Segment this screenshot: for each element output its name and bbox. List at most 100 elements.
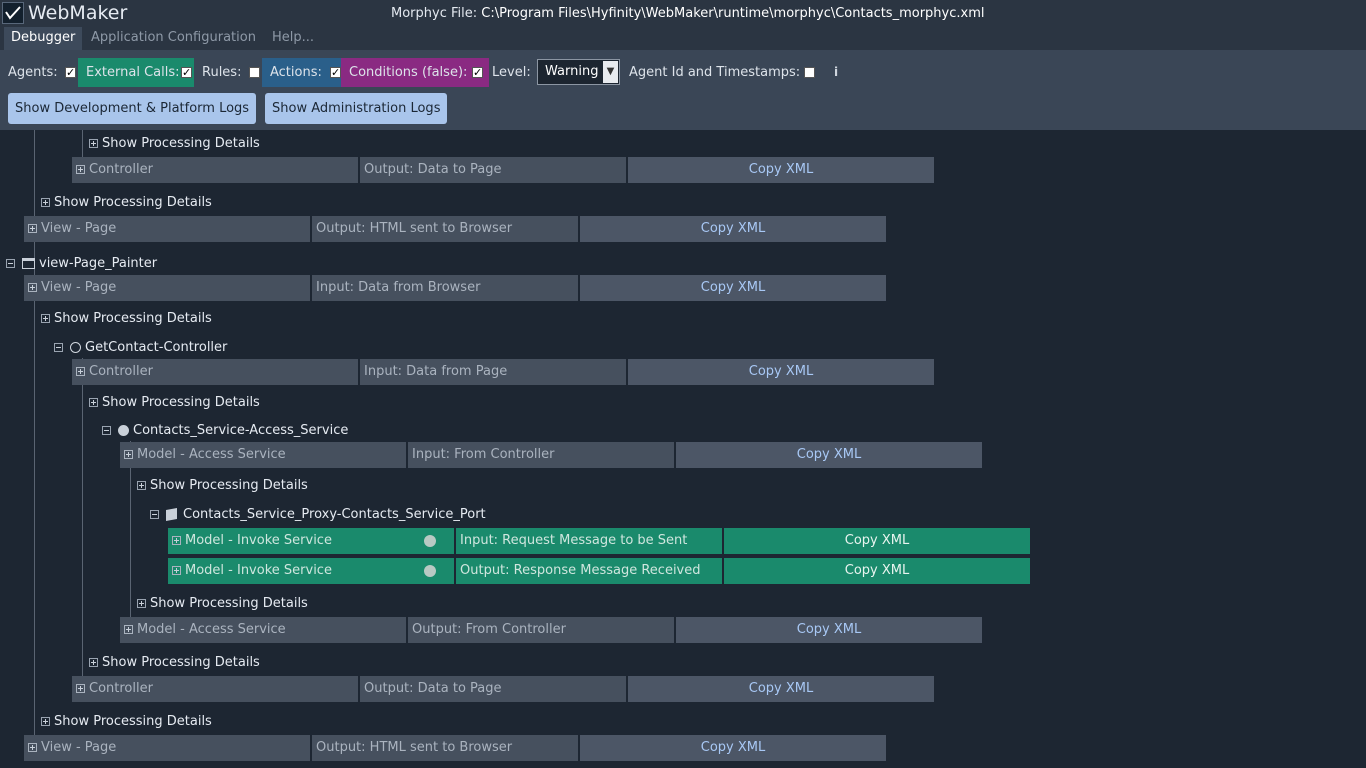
copy-xml-button[interactable]: Copy XML <box>580 735 886 761</box>
row-name: Model - Invoke Service <box>185 563 332 578</box>
show-administration-logs-button[interactable]: Show Administration Logs <box>265 93 448 124</box>
row-io-cell: Output: Data to Page <box>360 157 626 183</box>
filter-conditions-false[interactable]: Conditions (false): ✓ <box>341 58 489 87</box>
cube-icon <box>166 508 177 521</box>
collapse-icon[interactable] <box>54 343 63 352</box>
copy-xml-button[interactable]: Copy XML <box>628 359 934 385</box>
row-name-cell[interactable]: Model - Access Service <box>120 617 406 643</box>
expand-icon[interactable] <box>89 658 98 667</box>
node-contacts-service-proxy[interactable]: Contacts_Service_Proxy-Contacts_Service_… <box>183 507 486 522</box>
row-name-cell[interactable]: View - Page <box>24 216 310 242</box>
copy-xml-button[interactable]: Copy XML <box>724 558 1030 584</box>
copy-xml-button[interactable]: Copy XML <box>580 216 886 242</box>
expand-icon[interactable] <box>76 684 85 693</box>
collapse-icon[interactable] <box>6 259 15 268</box>
expand-icon[interactable] <box>89 398 98 407</box>
filter-rules[interactable]: Rules: <box>194 58 266 87</box>
show-processing-details-link[interactable]: Show Processing Details <box>102 395 260 410</box>
row-name-cell[interactable]: Controller <box>72 359 358 385</box>
row-io-cell: Output: HTML sent to Browser <box>312 735 578 761</box>
tree-guide-line <box>82 130 83 158</box>
agent-id-checkbox[interactable] <box>804 67 815 78</box>
level-select[interactable]: Warning ▼ <box>537 59 620 85</box>
globe-icon <box>424 565 436 577</box>
row-name-cell[interactable]: Model - Invoke Service <box>168 558 454 584</box>
expand-icon[interactable] <box>172 536 181 545</box>
collapse-icon[interactable] <box>150 510 159 519</box>
webmaker-logo-icon <box>2 2 24 24</box>
copy-xml-button[interactable]: Copy XML <box>676 617 982 643</box>
chevron-down-icon: ▼ <box>603 61 618 83</box>
expand-icon[interactable] <box>76 367 85 376</box>
filter-external-calls-label: External Calls: <box>86 65 180 80</box>
expand-icon[interactable] <box>76 165 85 174</box>
copy-xml-button[interactable]: Copy XML <box>580 275 886 301</box>
copy-xml-button[interactable]: Copy XML <box>724 528 1030 554</box>
row-name: Controller <box>89 681 153 696</box>
file-path: C:\Program Files\Hyfinity\WebMaker\runti… <box>481 6 985 21</box>
row-name: Model - Invoke Service <box>185 533 332 548</box>
menu-help[interactable]: Help... <box>265 27 321 50</box>
expand-icon[interactable] <box>41 198 50 207</box>
node-view-page-painter[interactable]: view-Page_Painter <box>39 256 157 271</box>
row-io-cell: Output: Data to Page <box>360 676 626 702</box>
row-io-cell: Input: Data from Page <box>360 359 626 385</box>
row-name-cell[interactable]: View - Page <box>24 735 310 761</box>
expand-icon[interactable] <box>89 139 98 148</box>
expand-icon[interactable] <box>41 717 50 726</box>
row-name-cell[interactable]: Controller <box>72 676 358 702</box>
tree-guide-line <box>82 358 83 677</box>
show-processing-details-link[interactable]: Show Processing Details <box>54 714 212 729</box>
row-name: Controller <box>89 162 153 177</box>
node-getcontact-controller[interactable]: GetContact-Controller <box>85 340 227 355</box>
show-processing-details-link[interactable]: Show Processing Details <box>102 136 260 151</box>
row-name: View - Page <box>41 280 117 295</box>
level-select-value: Warning <box>545 64 599 79</box>
info-icon[interactable]: i <box>834 65 840 79</box>
show-processing-details-link[interactable]: Show Processing Details <box>150 478 308 493</box>
show-processing-details-link[interactable]: Show Processing Details <box>102 655 260 670</box>
filter-actions[interactable]: Actions: ✓ <box>262 58 347 87</box>
filter-rules-label: Rules: <box>202 65 242 80</box>
circle-icon <box>70 342 81 353</box>
expand-icon[interactable] <box>137 481 146 490</box>
copy-xml-button[interactable]: Copy XML <box>628 676 934 702</box>
filter-rules-checkbox[interactable] <box>249 67 260 78</box>
row-name: Model - Access Service <box>137 622 286 637</box>
expand-icon[interactable] <box>28 224 37 233</box>
expand-icon[interactable] <box>124 450 133 459</box>
menu-application-configuration[interactable]: Application Configuration <box>84 27 263 50</box>
filter-agents-checkbox[interactable]: ✓ <box>65 67 76 78</box>
expand-icon[interactable] <box>137 599 146 608</box>
show-processing-details-link[interactable]: Show Processing Details <box>54 311 212 326</box>
row-name-cell[interactable]: Model - Access Service <box>120 442 406 468</box>
expand-icon[interactable] <box>28 283 37 292</box>
expand-icon[interactable] <box>41 314 50 323</box>
agent-id-timestamps[interactable]: Agent Id and Timestamps: <box>621 58 821 87</box>
show-processing-details-link[interactable]: Show Processing Details <box>150 596 308 611</box>
filter-external-calls[interactable]: External Calls: ✓ <box>78 58 199 87</box>
expand-icon[interactable] <box>124 625 133 634</box>
filter-conditions-checkbox[interactable]: ✓ <box>472 67 483 78</box>
filter-agents[interactable]: Agents: ✓ <box>0 58 84 87</box>
row-io-cell: Output: Response Message Received <box>456 558 722 584</box>
agent-id-label: Agent Id and Timestamps: <box>629 65 801 80</box>
expand-icon[interactable] <box>28 743 37 752</box>
show-development-platform-logs-button[interactable]: Show Development & Platform Logs <box>8 93 257 124</box>
copy-xml-button[interactable]: Copy XML <box>628 157 934 183</box>
filter-actions-checkbox[interactable]: ✓ <box>330 67 341 78</box>
copy-xml-button[interactable]: Copy XML <box>676 442 982 468</box>
row-name: Controller <box>89 364 153 379</box>
menu-debugger[interactable]: Debugger <box>4 27 83 50</box>
node-contacts-service-access-service[interactable]: Contacts_Service-Access_Service <box>133 423 348 438</box>
filter-agents-label: Agents: <box>8 65 58 80</box>
filter-external-calls-checkbox[interactable]: ✓ <box>181 67 192 78</box>
row-name-cell[interactable]: View - Page <box>24 275 310 301</box>
row-name-cell[interactable]: Controller <box>72 157 358 183</box>
show-processing-details-link[interactable]: Show Processing Details <box>54 195 212 210</box>
window-icon <box>22 258 35 269</box>
row-name-cell[interactable]: Model - Invoke Service <box>168 528 454 554</box>
row-io-cell: Input: Data from Browser <box>312 275 578 301</box>
collapse-icon[interactable] <box>102 426 111 435</box>
expand-icon[interactable] <box>172 566 181 575</box>
